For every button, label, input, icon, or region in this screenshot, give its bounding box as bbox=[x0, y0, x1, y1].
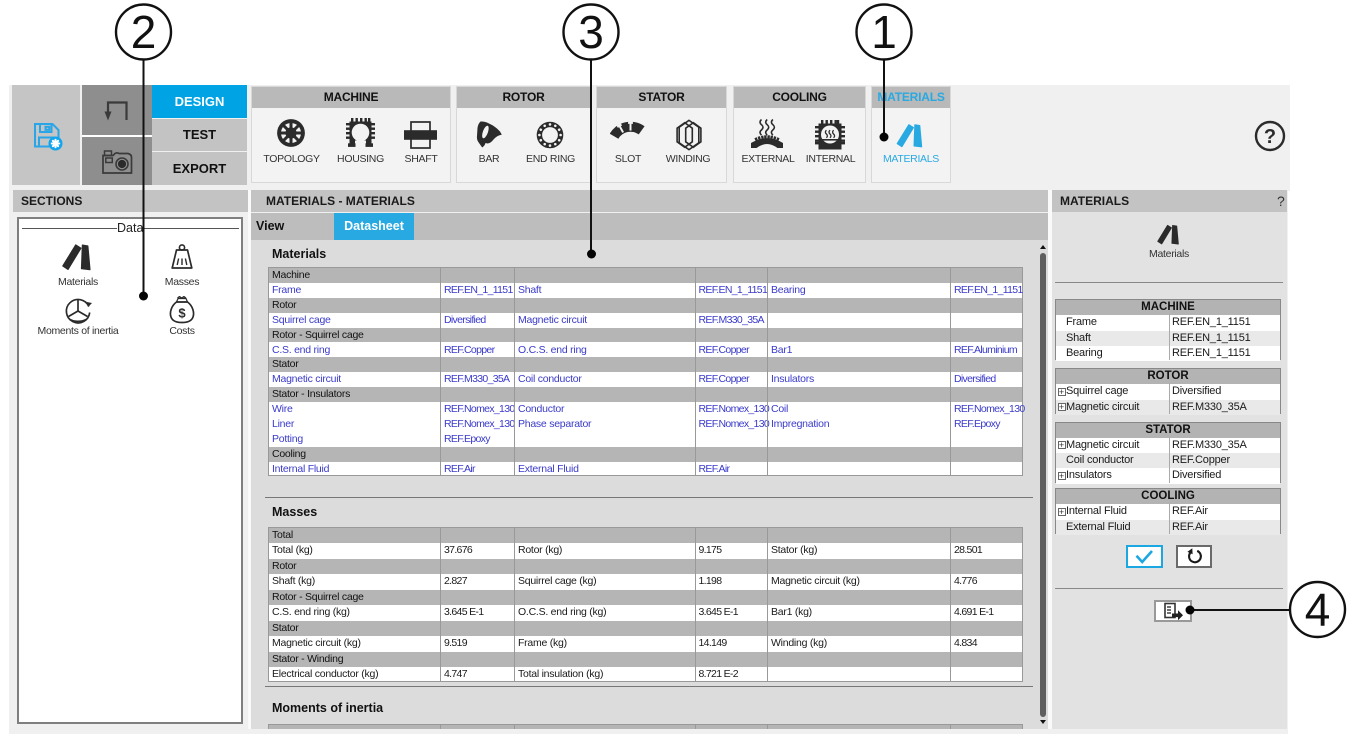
svg-text:2: 2 bbox=[131, 6, 157, 58]
svg-text:1: 1 bbox=[871, 6, 897, 58]
svg-text:4: 4 bbox=[1305, 584, 1331, 636]
svg-text:3: 3 bbox=[578, 6, 604, 58]
